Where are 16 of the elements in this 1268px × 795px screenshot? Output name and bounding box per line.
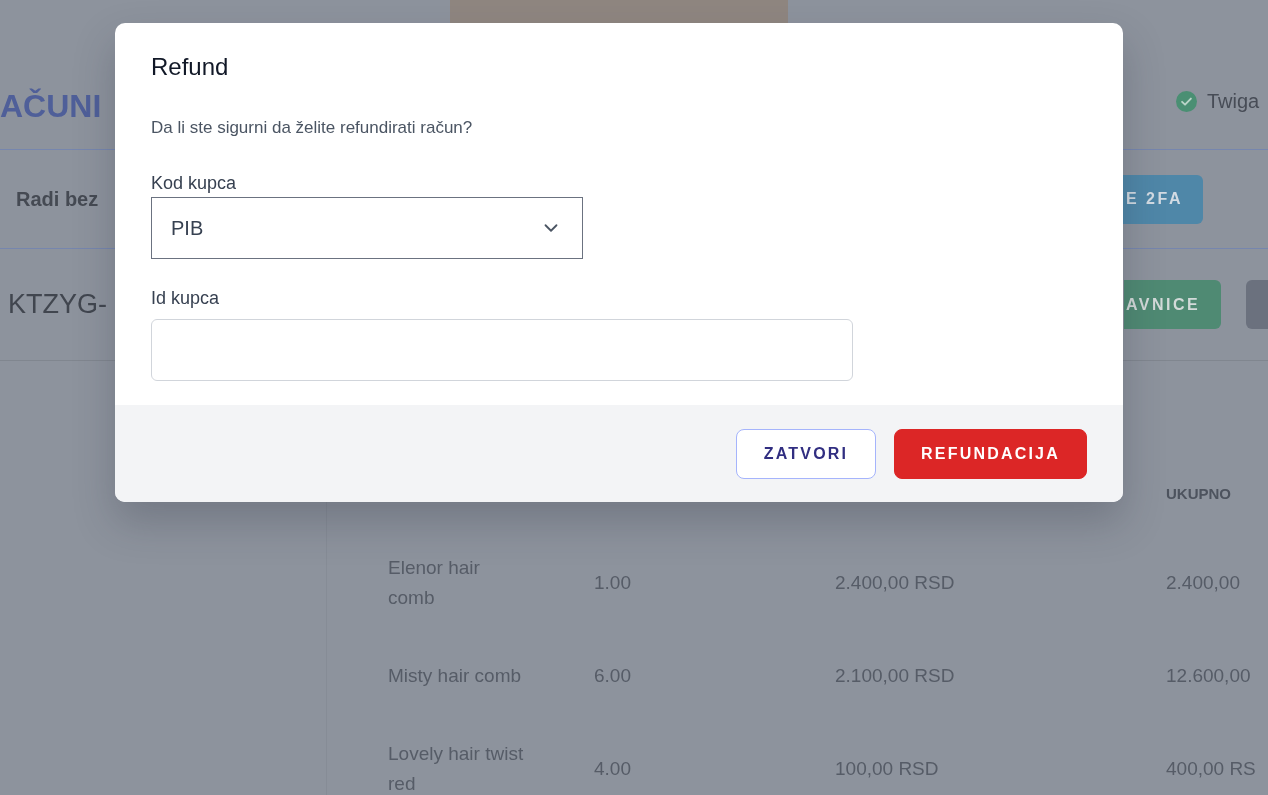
action-button[interactable] [1246,280,1268,329]
2fa-button[interactable]: E 2FA [1123,174,1203,224]
dialog-message: Da li ste sigurni da želite refundirati račun? [151,117,474,139]
select-field[interactable]: PIB [151,197,583,259]
user-name: Twiga [1207,89,1260,113]
invoice-number: KTZYG- [8,289,107,320]
page-heading: AČUNI [0,87,102,126]
input-field[interactable] [151,319,853,381]
action-button[interactable]: AVNICE [1124,280,1221,329]
column-header: UKUPNO [1166,484,1232,502]
close-button[interactable]: ZATVORI [736,429,876,479]
refund-button[interactable]: REFUNDACIJA [894,429,1087,479]
dialog-title: Refund [151,52,230,82]
notice-text: Radi bez [16,187,99,211]
field-label: Kod kupca [151,172,238,195]
field-label: Id kupca [151,287,221,310]
